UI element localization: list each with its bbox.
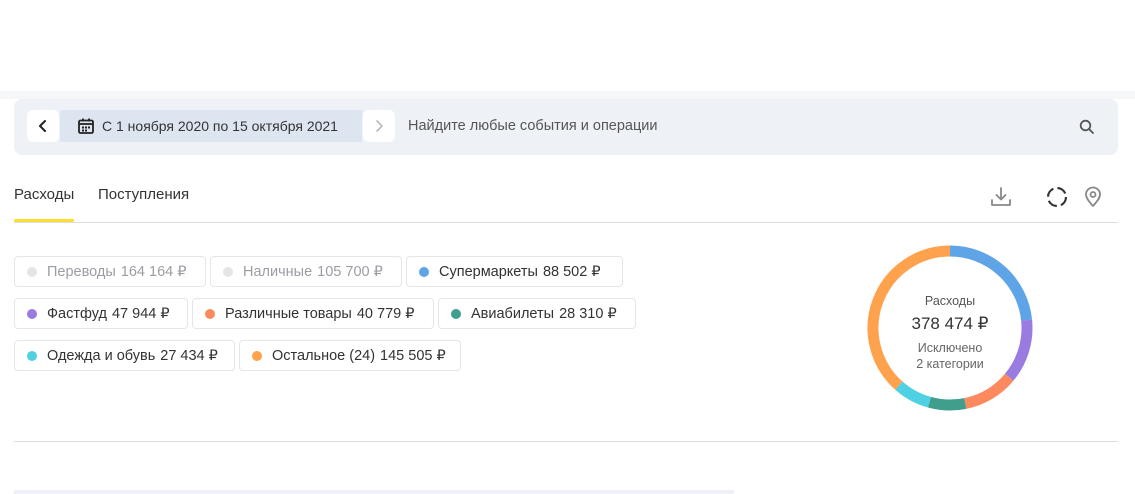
category-name: Различные товары <box>225 305 352 322</box>
download-icon <box>991 187 1011 206</box>
chevron-left-icon <box>39 120 46 132</box>
category-name: Переводы <box>47 263 116 280</box>
search-icon <box>1079 119 1094 134</box>
donut-total-amount: 378 474 ₽ <box>911 314 989 333</box>
category-amount: 88 502 ₽ <box>542 263 601 280</box>
category-name: Авиабилеты <box>471 305 555 322</box>
category-color-dot <box>205 308 215 319</box>
category-amount: 47 944 ₽ <box>111 305 170 322</box>
search-button[interactable] <box>1076 116 1098 138</box>
loading-icon <box>1046 186 1068 208</box>
excluded-note-line2: 2 категории <box>916 357 984 371</box>
category-chip-various-goods[interactable]: Различные товары 40 779 ₽ <box>192 298 434 329</box>
donut-segment-2 <box>963 373 1014 409</box>
category-amount: 105 700 ₽ <box>317 263 383 280</box>
category-color-dot <box>451 308 461 319</box>
donut-title: Расходы <box>924 294 976 308</box>
category-color-dot <box>27 266 37 277</box>
date-range-selector[interactable]: С 1 ноября 2020 по 15 октября 2021 <box>60 110 362 142</box>
donut-segment-3 <box>927 396 967 411</box>
tab-expenses[interactable]: Расходы <box>14 177 74 223</box>
prev-period-button[interactable] <box>27 110 59 142</box>
category-chip-clothing[interactable]: Одежда и обувь 27 434 ₽ <box>14 340 235 371</box>
date-range-label: С 1 ноября 2020 по 15 октября 2021 <box>102 118 338 134</box>
category-chip-air-tickets[interactable]: Авиабилеты 28 310 ₽ <box>438 298 636 329</box>
tabs-divider <box>14 222 1118 223</box>
category-name: Супермаркеты <box>439 263 538 280</box>
category-name: Остальное (24) <box>272 347 376 364</box>
map-pin-icon <box>1085 186 1101 207</box>
category-color-dot <box>223 266 233 277</box>
section-divider <box>14 441 1118 442</box>
category-color-dot <box>27 350 37 361</box>
loading-indicator <box>1045 185 1069 209</box>
category-name: Одежда и обувь <box>47 347 156 364</box>
donut-segment-4 <box>895 381 932 408</box>
category-amount: 145 505 ₽ <box>380 347 446 364</box>
search-bar: С 1 ноября 2020 по 15 октября 2021 <box>14 99 1118 155</box>
category-chip-fastfood[interactable]: Фастфуд 47 944 ₽ <box>14 298 188 329</box>
category-chip-other[interactable]: Остальное (24) 145 505 ₽ <box>239 340 461 371</box>
category-color-dot <box>27 308 37 319</box>
category-name: Фастфуд <box>47 305 107 322</box>
donut-summary: Расходы 378 474 ₽ Исключено 2 категории <box>880 294 1020 372</box>
excluded-note-line1: Исключено <box>917 341 983 355</box>
excluded-note: Исключено 2 категории <box>880 340 1020 372</box>
calendar-icon <box>78 118 94 134</box>
loading-placeholder <box>14 490 734 494</box>
category-amount: 28 310 ₽ <box>559 305 617 322</box>
next-period-button[interactable] <box>363 110 395 142</box>
category-chip-supermarkets[interactable]: Супермаркеты 88 502 ₽ <box>406 256 623 287</box>
category-chip-cash[interactable]: Наличные 105 700 ₽ <box>210 256 402 287</box>
category-color-dot <box>419 266 429 277</box>
tab-income[interactable]: Поступления <box>98 177 189 223</box>
category-amount: 164 164 ₽ <box>120 263 187 280</box>
section-separator <box>0 91 1135 99</box>
category-color-dot <box>252 350 262 361</box>
category-chip-transfers[interactable]: Переводы 164 164 ₽ <box>14 256 206 287</box>
search-input[interactable] <box>408 110 1058 142</box>
category-amount: 27 434 ₽ <box>160 347 218 364</box>
category-amount: 40 779 ₽ <box>356 305 415 322</box>
download-button[interactable] <box>989 185 1013 209</box>
location-button[interactable] <box>1081 185 1105 209</box>
chevron-right-icon <box>376 120 383 132</box>
category-name: Наличные <box>243 263 313 280</box>
